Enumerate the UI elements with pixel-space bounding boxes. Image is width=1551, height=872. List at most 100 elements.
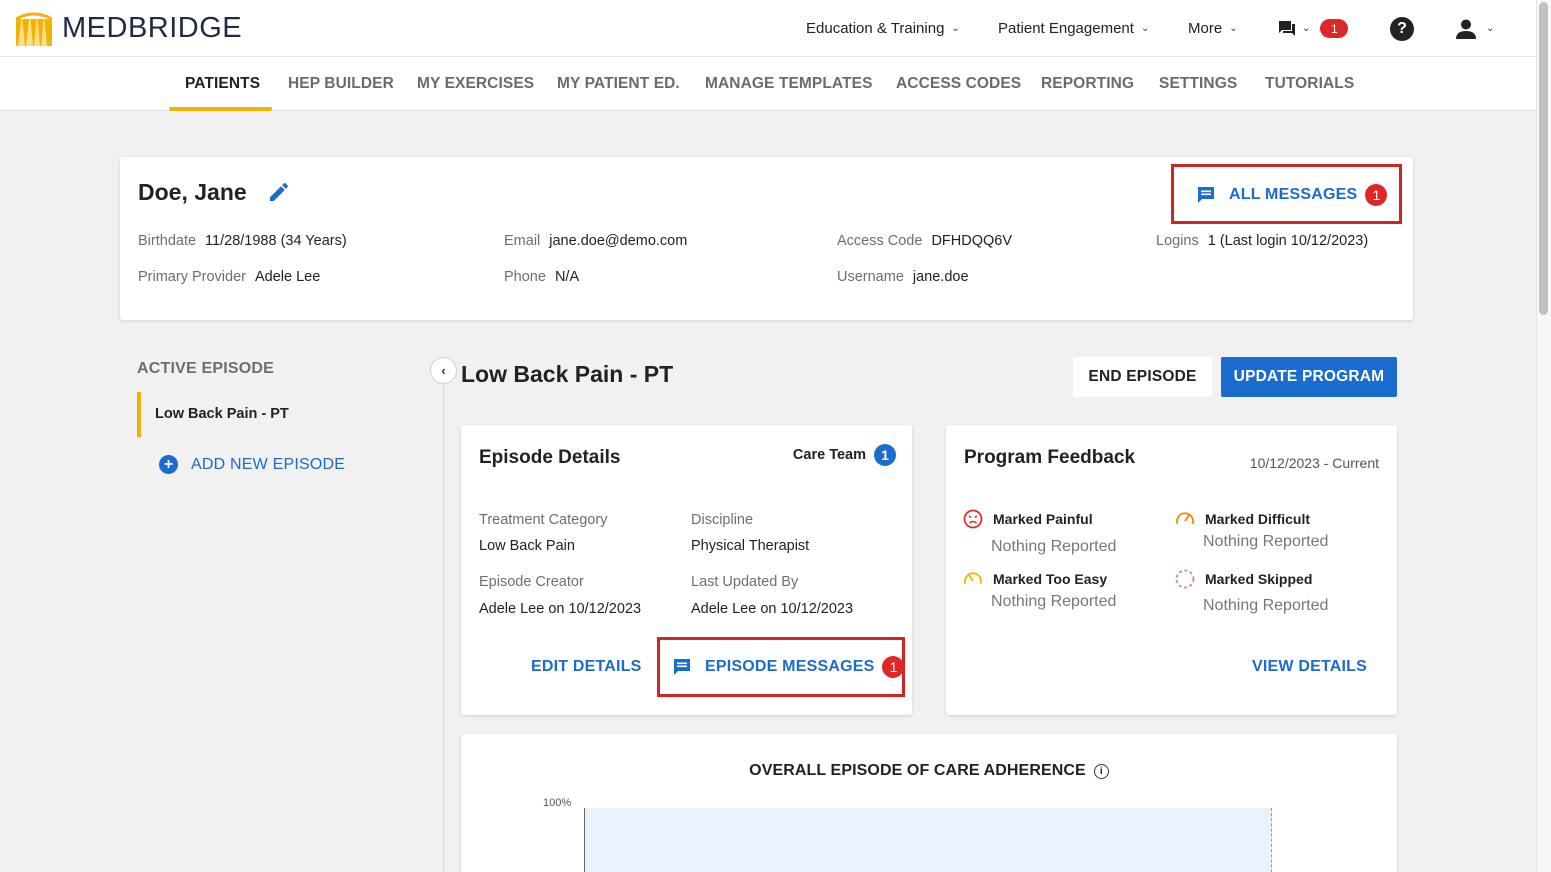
dashed-circle-icon: [1175, 569, 1195, 589]
top-header: MEDBRIDGE Education & Training ⌄ Patient…: [0, 0, 1536, 57]
care-team-button[interactable]: Care Team 1: [793, 444, 896, 466]
episode-messages-button[interactable]: EPISODE MESSAGES 1: [657, 637, 905, 697]
episode-messages-count-badge: 1: [882, 656, 905, 678]
marked-painful-label: Marked Painful: [993, 511, 1093, 527]
treatment-category-label: Treatment Category: [479, 512, 608, 528]
username-field: Username jane.doe: [837, 269, 969, 285]
tab-reporting[interactable]: REPORTING: [1041, 57, 1134, 111]
user-menu[interactable]: ⌄: [1455, 0, 1494, 57]
marked-skipped-item: Marked Skipped: [1175, 569, 1312, 589]
tab-my-exercises[interactable]: MY EXERCISES: [417, 57, 534, 111]
program-feedback-title: Program Feedback: [964, 447, 1136, 468]
all-messages-label: ALL MESSAGES: [1229, 186, 1358, 203]
marked-too-easy-item: Marked Too Easy: [963, 569, 1107, 589]
birthdate-label: Birthdate: [138, 233, 197, 249]
treatment-category-value: Low Back Pain: [479, 538, 575, 554]
medbridge-logo[interactable]: MEDBRIDGE: [16, 11, 242, 46]
adherence-card: OVERALL EPISODE OF CARE ADHERENCE i 100%: [461, 734, 1397, 872]
birthdate-value: 11/28/1988 (34 Years): [205, 233, 347, 249]
marked-skipped-value: Nothing Reported: [1203, 597, 1329, 614]
feedback-date-range: 10/12/2023 - Current: [1249, 455, 1379, 471]
active-tab-indicator: [169, 107, 272, 111]
marked-painful-item: Marked Painful: [963, 509, 1093, 529]
logins-value: 1 (Last login 10/12/2023): [1207, 233, 1369, 249]
edit-details-button[interactable]: EDIT DETAILS: [531, 658, 642, 676]
help-icon: ?: [1390, 16, 1414, 41]
nav-messages[interactable]: ⌄ 1: [1279, 0, 1349, 57]
chevron-left-icon: ‹: [441, 363, 446, 378]
tab-settings[interactable]: SETTINGS: [1159, 57, 1237, 111]
provider-value: Adele Lee: [254, 269, 321, 285]
chat-icon: [1198, 187, 1214, 203]
phone-field: Phone N/A: [504, 269, 579, 285]
nav-patient-engagement[interactable]: Patient Engagement ⌄: [998, 0, 1149, 57]
access-code-label: Access Code: [837, 233, 923, 249]
gauge-low-icon: [964, 572, 982, 585]
discipline-label: Discipline: [691, 512, 754, 528]
episode-creator-value: Adele Lee on 10/12/2023: [479, 601, 642, 617]
brand-name: MEDBRIDGE: [62, 12, 243, 44]
nav-education-label: Education & Training: [806, 20, 945, 37]
discipline-value: Physical Therapist: [691, 538, 810, 554]
y-axis-tick-100: 100%: [543, 797, 572, 809]
update-program-button[interactable]: UPDATE PROGRAM: [1221, 357, 1397, 397]
end-episode-button[interactable]: END EPISODE: [1073, 357, 1212, 397]
plus-circle-icon: +: [159, 455, 178, 474]
scrollbar-thumb[interactable]: [1539, 2, 1548, 315]
email-value: jane.doe@demo.com: [549, 233, 688, 249]
episode-list-item[interactable]: Low Back Pain - PT: [137, 392, 427, 437]
program-feedback-card: Program Feedback 10/12/2023 - Current Ma…: [946, 425, 1397, 715]
adherence-title-text: OVERALL EPISODE OF CARE ADHERENCE: [749, 762, 1086, 779]
all-messages-count-badge: 1: [1365, 184, 1388, 206]
add-new-episode-label: ADD NEW EPISODE: [191, 455, 346, 473]
birthdate-field: Birthdate 11/28/1988 (34 Years): [138, 233, 347, 249]
marked-difficult-label: Marked Difficult: [1205, 511, 1311, 527]
email-label: Email: [504, 233, 541, 249]
last-updated-label: Last Updated By: [691, 574, 799, 590]
collapse-sidebar-button[interactable]: ‹: [430, 357, 457, 384]
primary-provider-field: Primary Provider Adele Lee: [138, 269, 320, 285]
episode-title: Low Back Pain - PT: [461, 361, 674, 387]
marked-difficult-value: Nothing Reported: [1203, 533, 1329, 550]
access-code-value: DFHDQQ6V: [931, 233, 1013, 249]
tab-patients[interactable]: PATIENTS: [185, 57, 260, 111]
help-button[interactable]: ?: [1390, 0, 1414, 57]
phone-label: Phone: [504, 269, 546, 285]
tab-tutorials[interactable]: TUTORIALS: [1265, 57, 1354, 111]
tab-my-patient-ed[interactable]: MY PATIENT ED.: [557, 57, 680, 111]
episode-creator-label: Episode Creator: [479, 574, 584, 590]
tab-access-codes[interactable]: ACCESS CODES: [896, 57, 1021, 111]
username-label: Username: [837, 269, 904, 285]
chat-icon: [674, 659, 690, 675]
chevron-down-icon: ⌄: [1302, 23, 1311, 34]
view-details-button[interactable]: VIEW DETAILS: [1252, 658, 1367, 676]
tab-manage-templates[interactable]: MANAGE TEMPLATES: [705, 57, 873, 111]
sidebar-divider: [443, 370, 444, 872]
add-new-episode-button[interactable]: + ADD NEW EPISODE: [159, 455, 345, 474]
episode-messages-label: EPISODE MESSAGES: [705, 658, 875, 675]
marked-too-easy-label: Marked Too Easy: [993, 571, 1108, 587]
email-field: Email jane.doe@demo.com: [504, 233, 687, 249]
info-icon[interactable]: i: [1093, 764, 1109, 779]
episode-details-title: Episode Details: [479, 447, 621, 468]
gauge-high-icon: [1176, 512, 1194, 525]
logins-label: Logins: [1156, 233, 1199, 249]
chat-icon: [1279, 21, 1295, 36]
marked-painful-value: Nothing Reported: [991, 538, 1117, 555]
messages-count-badge: 1: [1320, 19, 1349, 38]
phone-value: N/A: [554, 269, 580, 285]
nav-engagement-label: Patient Engagement: [998, 20, 1134, 37]
nav-education-training[interactable]: Education & Training ⌄: [806, 0, 960, 57]
last-updated-value: Adele Lee on 10/12/2023: [691, 601, 854, 617]
all-messages-button[interactable]: ALL MESSAGES 1: [1174, 167, 1400, 223]
chevron-down-icon: ⌄: [1140, 23, 1150, 34]
sad-face-icon: [963, 509, 983, 529]
nav-more-label: More: [1188, 20, 1223, 37]
provider-label: Primary Provider: [138, 269, 246, 285]
pencil-icon[interactable]: [267, 180, 291, 204]
care-team-label: Care Team: [792, 447, 866, 463]
nav-more[interactable]: More ⌄: [1188, 0, 1238, 57]
patient-name: Doe, Jane: [138, 179, 247, 205]
tab-hep-builder[interactable]: HEP BUILDER: [288, 57, 394, 111]
marked-too-easy-value: Nothing Reported: [991, 593, 1117, 610]
